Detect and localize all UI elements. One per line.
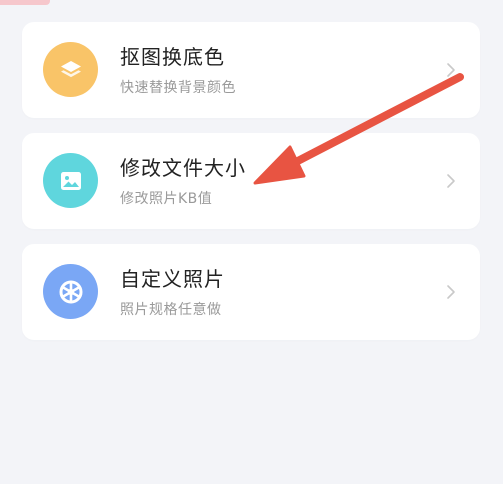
chevron-right-icon — [447, 285, 455, 299]
top-tab-indicator — [0, 0, 50, 5]
menu-card-title: 抠图换底色 — [120, 45, 225, 69]
menu-card-subtitle: 修改照片KB值 — [120, 191, 213, 207]
image-icon — [43, 153, 98, 208]
layers-icon — [43, 42, 98, 97]
aperture-icon — [43, 264, 98, 319]
menu-card-title: 自定义照片 — [120, 267, 225, 291]
menu-card-resize-file[interactable]: 修改文件大小 修改照片KB值 — [22, 133, 480, 229]
chevron-right-icon — [447, 63, 455, 77]
menu-card-custom-photo[interactable]: 自定义照片 照片规格任意做 — [22, 244, 480, 340]
menu-card-cutout-background[interactable]: 抠图换底色 快速替换背景颜色 — [22, 22, 480, 118]
menu-card-subtitle: 照片规格任意做 — [120, 302, 222, 318]
chevron-right-icon — [447, 174, 455, 188]
menu-card-title: 修改文件大小 — [120, 156, 246, 180]
menu-card-subtitle: 快速替换背景颜色 — [120, 80, 236, 96]
